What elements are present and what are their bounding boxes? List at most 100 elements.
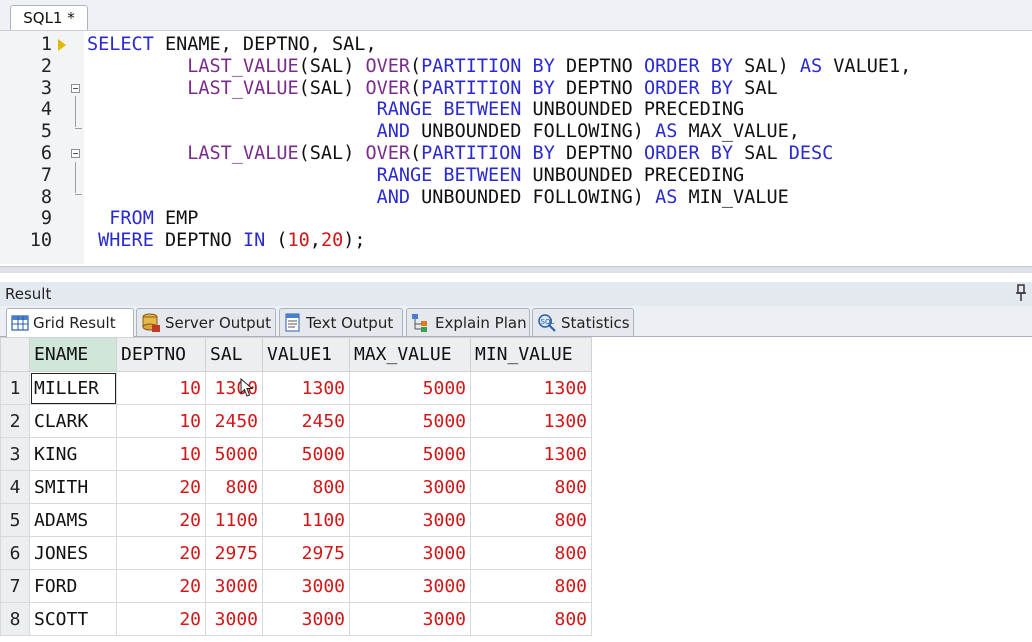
code-line[interactable]: 1 SELECT ENAME, DEPTNO, SAL, <box>0 34 1032 56</box>
cell-sal[interactable]: 2975 <box>205 536 263 570</box>
cell-deptno[interactable]: 20 <box>116 536 206 570</box>
code-line[interactable]: 5 AND UNBOUNDED FOLLOWING) AS MAX_VALUE, <box>0 121 1032 143</box>
code-line[interactable]: 3 LAST_VALUE(SAL) OVER(PARTITION BY DEPT… <box>0 78 1032 100</box>
table-row[interactable]: 7 FORD 20 3000 3000 3000 800 <box>0 569 592 603</box>
code-token: AS <box>655 121 678 143</box>
cell-sal[interactable]: 2450 <box>205 404 263 438</box>
cell-ename[interactable]: ADAMS <box>29 503 117 537</box>
row-number[interactable]: 7 <box>0 569 30 603</box>
cell-deptno[interactable]: 10 <box>116 437 206 471</box>
code-line[interactable]: 7 RANGE BETWEEN UNBOUNDED PRECEDING <box>0 165 1032 187</box>
cell-value1[interactable]: 800 <box>262 470 350 504</box>
tab-sql1[interactable]: SQL1 * <box>10 5 88 30</box>
row-number[interactable]: 4 <box>0 470 30 504</box>
fold-toggle-icon[interactable] <box>71 149 80 158</box>
cell-max-value[interactable]: 3000 <box>349 536 471 570</box>
row-number[interactable]: 5 <box>0 503 30 537</box>
table-row[interactable]: 2 CLARK 10 2450 2450 5000 1300 <box>0 404 592 438</box>
cell-deptno[interactable]: 20 <box>116 569 206 603</box>
cell-ename[interactable]: CLARK <box>29 404 117 438</box>
row-number[interactable]: 6 <box>0 536 30 570</box>
code-token: ); <box>343 230 366 252</box>
cell-max-value[interactable]: 5000 <box>349 437 471 471</box>
cell-ename[interactable]: SCOTT <box>29 602 117 636</box>
cell-min-value[interactable]: 800 <box>470 470 592 504</box>
code-token: UNBOUNDED FOLLOWING) <box>410 186 656 208</box>
cell-ename[interactable]: SMITH <box>29 470 117 504</box>
row-number[interactable]: 2 <box>0 404 30 438</box>
row-number[interactable]: 8 <box>0 602 30 636</box>
cell-sal[interactable]: 5000 <box>205 437 263 471</box>
tab-explain-plan[interactable]: Explain Plan <box>406 308 530 336</box>
tab-server-output[interactable]: Server Output <box>136 308 276 336</box>
cell-deptno[interactable]: 10 <box>116 371 206 405</box>
column-header-max-value[interactable]: MAX_VALUE <box>349 337 471 372</box>
cell-max-value[interactable]: 3000 <box>349 470 471 504</box>
cell-sal[interactable]: 1100 <box>205 503 263 537</box>
cell-min-value[interactable]: 800 <box>470 536 592 570</box>
column-header-value1[interactable]: VALUE1 <box>262 337 350 372</box>
code-line[interactable]: 2 LAST_VALUE(SAL) OVER(PARTITION BY DEPT… <box>0 56 1032 78</box>
cell-value1[interactable]: 1300 <box>262 371 350 405</box>
cell-max-value[interactable]: 3000 <box>349 569 471 603</box>
table-row[interactable]: 6 JONES 20 2975 2975 3000 800 <box>0 536 592 570</box>
cell-min-value[interactable]: 800 <box>470 569 592 603</box>
cell-deptno[interactable]: 20 <box>116 602 206 636</box>
table-row[interactable]: 4 SMITH 20 800 800 3000 800 <box>0 470 592 504</box>
pin-icon[interactable] <box>1016 284 1026 302</box>
code-line[interactable]: 4 RANGE BETWEEN UNBOUNDED PRECEDING <box>0 99 1032 121</box>
panel-splitter[interactable] <box>0 266 1032 273</box>
code-line[interactable]: 9 FROM EMP <box>0 208 1032 230</box>
editor-tab-bar: SQL1 * <box>0 0 1032 31</box>
code-token: ( <box>410 77 422 99</box>
tab-statistics[interactable]: SQL Statistics <box>532 308 634 336</box>
grid-corner[interactable] <box>0 337 30 372</box>
cell-deptno[interactable]: 20 <box>116 503 206 537</box>
row-number[interactable]: 1 <box>0 371 30 405</box>
column-header-sal[interactable]: SAL <box>205 337 263 372</box>
table-row[interactable]: 1 MILLER 10 1300 1300 5000 1300 <box>0 371 592 405</box>
cell-value1[interactable]: 3000 <box>262 569 350 603</box>
tab-text-output[interactable]: Text Output <box>279 308 403 336</box>
cell-value1[interactable]: 3000 <box>262 602 350 636</box>
table-row[interactable]: 5 ADAMS 20 1100 1100 3000 800 <box>0 503 592 537</box>
cell-value1[interactable]: 2450 <box>262 404 350 438</box>
cell-deptno[interactable]: 20 <box>116 470 206 504</box>
code-line[interactable]: 10 WHERE DEPTNO IN (10,20); <box>0 230 1032 252</box>
code-line[interactable]: 8 AND UNBOUNDED FOLLOWING) AS MIN_VALUE <box>0 187 1032 209</box>
cell-max-value[interactable]: 5000 <box>349 404 471 438</box>
cell-ename[interactable]: MILLER <box>29 371 117 405</box>
cell-value1[interactable]: 1100 <box>262 503 350 537</box>
cell-ename[interactable]: KING <box>29 437 117 471</box>
column-header-deptno[interactable]: DEPTNO <box>116 337 206 372</box>
cell-min-value[interactable]: 1300 <box>470 437 592 471</box>
cell-sal[interactable]: 3000 <box>205 569 263 603</box>
cell-min-value[interactable]: 1300 <box>470 371 592 405</box>
cell-value1[interactable]: 2975 <box>262 536 350 570</box>
cell-sal[interactable]: 3000 <box>205 602 263 636</box>
tab-grid-result[interactable]: Grid Result <box>6 308 134 337</box>
fold-toggle-icon[interactable] <box>71 83 80 93</box>
cell-deptno[interactable]: 10 <box>116 404 206 438</box>
cell-max-value[interactable]: 3000 <box>349 503 471 537</box>
code-line[interactable]: 6 LAST_VALUE(SAL) OVER(PARTITION BY DEPT… <box>0 143 1032 165</box>
explain-plan-icon <box>412 313 427 332</box>
table-row[interactable]: 8 SCOTT 20 3000 3000 3000 800 <box>0 602 592 636</box>
cell-value1[interactable]: 5000 <box>262 437 350 471</box>
column-header-ename[interactable]: ENAME <box>29 337 117 372</box>
cell-max-value[interactable]: 5000 <box>349 371 471 405</box>
row-number[interactable]: 3 <box>0 437 30 471</box>
cell-min-value[interactable]: 800 <box>470 602 592 636</box>
cell-min-value[interactable]: 1300 <box>470 404 592 438</box>
cell-min-value[interactable]: 800 <box>470 503 592 537</box>
cell-max-value[interactable]: 3000 <box>349 602 471 636</box>
cell-ename[interactable]: JONES <box>29 536 117 570</box>
column-header-min-value[interactable]: MIN_VALUE <box>470 337 592 372</box>
table-row[interactable]: 3 KING 10 5000 5000 5000 1300 <box>0 437 592 471</box>
cell-ename[interactable]: FORD <box>29 569 117 603</box>
cell-sal[interactable]: 800 <box>205 470 263 504</box>
code-text: AND UNBOUNDED FOLLOWING) AS MIN_VALUE <box>87 187 789 209</box>
sql-editor[interactable]: 1 SELECT ENAME, DEPTNO, SAL, 2 LAST_VALUE(… <box>0 31 1032 264</box>
result-panel-header: Result <box>0 282 1032 306</box>
